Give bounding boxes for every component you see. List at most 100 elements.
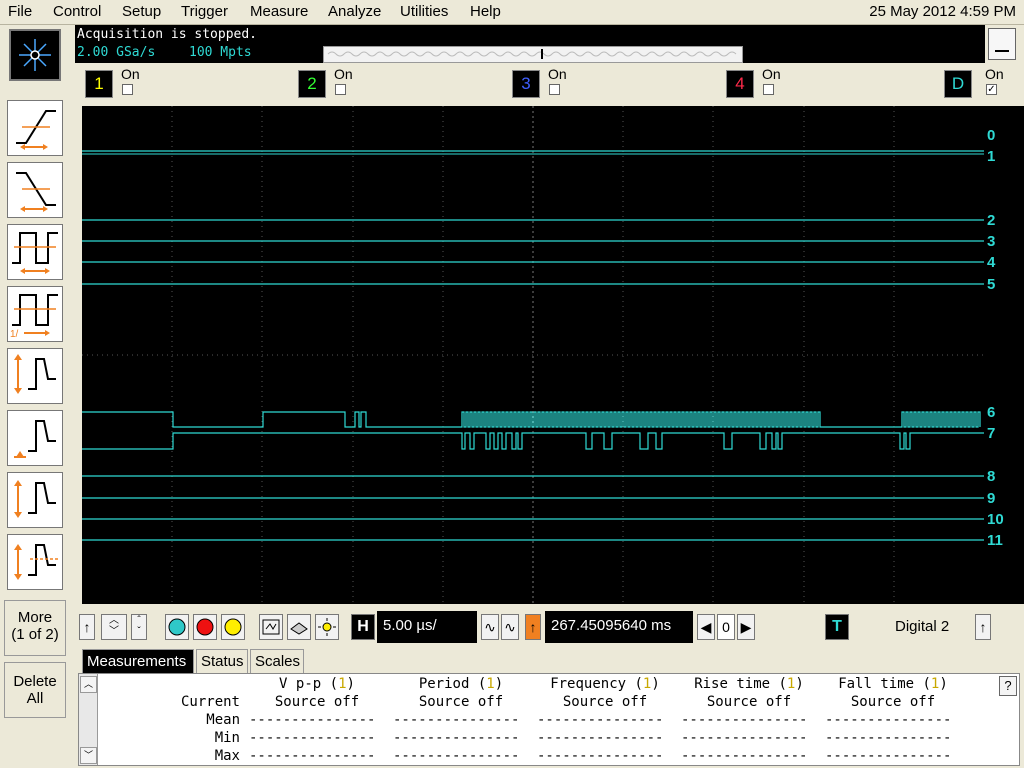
sample-rate: 2.00 GSa/s [77, 45, 156, 60]
delay-value[interactable]: 267.45095640 ms [545, 611, 693, 643]
paren-close: ) [795, 676, 804, 692]
single-icon[interactable] [221, 614, 245, 640]
stop-icon[interactable] [193, 614, 217, 640]
brightness-icon[interactable] [315, 614, 339, 640]
trigger-edge-icon[interactable]: ↑ [975, 614, 991, 640]
scroll-updown-icon[interactable]: ︿ ﹀ [101, 614, 127, 640]
channel-3-checkbox[interactable] [549, 84, 560, 95]
tab-scales[interactable]: Scales [250, 649, 304, 673]
channel-4-checkbox[interactable] [763, 84, 774, 95]
paren-open: ( [922, 676, 931, 692]
col-state: Source off [562, 694, 648, 710]
delay-zero[interactable]: 0 [717, 614, 735, 640]
delay-right-icon[interactable]: ▶ [737, 614, 755, 640]
fine-tune-icon[interactable]: ∿ [481, 614, 499, 640]
menu-bar: File Control Setup Trigger Measure Analy… [0, 0, 1024, 25]
delete-all-label: All [26, 690, 44, 707]
channel-4-button[interactable]: 4 [726, 70, 754, 98]
lane-label-5: 5 [987, 276, 996, 293]
tab-measurements[interactable]: Measurements [82, 649, 194, 673]
lane-label-9: 9 [987, 490, 996, 507]
paren-close: ) [939, 676, 948, 692]
col-name: Fall time [838, 676, 915, 692]
more-button[interactable]: More (1 of 2) [4, 600, 66, 656]
time-per-div[interactable]: 5.00 µs/ [377, 611, 477, 643]
paren-close: ) [651, 676, 660, 692]
cyan-marker-icon[interactable] [165, 614, 189, 640]
help-icon[interactable]: ? [999, 676, 1017, 696]
more-label: More [17, 609, 53, 626]
default-setup-icon[interactable] [287, 614, 311, 640]
tab-status[interactable]: Status [196, 649, 248, 673]
menu-control[interactable]: Control [53, 3, 101, 20]
empty-value: --------------- [249, 730, 376, 746]
clock: 25 May 2012 4:59 PM [869, 3, 1016, 20]
menu-utilities[interactable]: Utilities [400, 3, 448, 20]
col-state: Source off [850, 694, 936, 710]
minimize-button[interactable] [988, 28, 1016, 60]
trigger-position-icon[interactable]: ↑ [525, 614, 541, 640]
waveform-display[interactable] [82, 106, 984, 604]
lane-label-3: 3 [987, 233, 996, 250]
measurements-panel: ︿ ﹀ ? Current Mean Min Max V p-p (1) Source o… [78, 673, 1020, 766]
col-header-period: Period (1) [391, 676, 531, 692]
channel-1-button[interactable]: 1 [85, 70, 113, 98]
channel-digital-checkbox[interactable]: ✓ [986, 84, 997, 95]
empty-value: --------------- [825, 748, 952, 764]
channel-2-checkbox[interactable] [335, 84, 346, 95]
paren-close: ) [346, 676, 355, 692]
rise-time-tool-icon[interactable] [7, 100, 63, 156]
row-label-max: Max [214, 748, 240, 764]
scroll-down-icon[interactable]: ﹀ [80, 747, 97, 764]
empty-value: --------------- [825, 730, 952, 746]
col-state: Source off [274, 694, 360, 710]
lane-label-1: 1 [987, 148, 996, 165]
col-name: Frequency [550, 676, 627, 692]
agilent-logo-icon[interactable] [9, 29, 61, 81]
horizontal-position-bar[interactable] [323, 46, 743, 63]
coarse-tune-icon[interactable]: ∿ [501, 614, 519, 640]
graticule [82, 106, 984, 604]
channel-digital-button[interactable]: D [944, 70, 972, 98]
channel-3-on-label: On [548, 66, 567, 82]
lane-label-2: 2 [987, 212, 996, 229]
scroll-up-icon[interactable]: ︿ [80, 676, 97, 693]
menu-trigger[interactable]: Trigger [181, 3, 228, 20]
acquisition-status-panel: Acquisition is stopped. 2.00 GSa/s 100 M… [75, 25, 985, 63]
channel-1-checkbox[interactable] [122, 84, 133, 95]
col-header-rise-time: Rise time (1) [679, 676, 819, 692]
lane-label-0: 0 [987, 127, 996, 144]
menu-analyze[interactable]: Analyze [328, 3, 381, 20]
delete-all-button[interactable]: Delete All [4, 662, 66, 718]
measurement-toolbar: 1/ More (1 of 2) Delete All [0, 96, 70, 768]
empty-value: --------------- [537, 712, 664, 728]
vbase-tool-icon[interactable] [7, 410, 63, 466]
autoscale-icon[interactable] [259, 614, 283, 640]
fall-time-tool-icon[interactable] [7, 162, 63, 218]
col-source: 1 [338, 676, 347, 692]
horizontal-label[interactable]: H [351, 614, 375, 640]
digital-trace-6 [82, 411, 981, 428]
menu-help[interactable]: Help [470, 3, 501, 20]
channel-2-button[interactable]: 2 [298, 70, 326, 98]
bottom-tabs: Measurements Status Scales [82, 649, 384, 673]
menu-setup[interactable]: Setup [122, 3, 161, 20]
col-name: Rise time [694, 676, 771, 692]
lane-label-8: 8 [987, 468, 996, 485]
trigger-label[interactable]: T [825, 614, 849, 640]
delay-left-icon[interactable]: ◀ [697, 614, 715, 640]
pointer-icon[interactable]: ↑ [79, 614, 95, 640]
menu-measure[interactable]: Measure [250, 3, 308, 20]
vaverage-tool-icon[interactable] [7, 534, 63, 590]
menu-file[interactable]: File [8, 3, 32, 20]
horizontal-controls: ↑ ︿ ﹀ ˆˇ H 5.00 µs/ ∿ ∿ ↑ 267.45095640 ms… [75, 610, 1019, 646]
vamplitude-tool-icon[interactable] [7, 472, 63, 528]
scroll-small-icon[interactable]: ˆˇ [131, 614, 147, 640]
measurements-scrollbar[interactable]: ︿ ﹀ [79, 674, 98, 765]
period-tool-icon[interactable] [7, 224, 63, 280]
channel-3-button[interactable]: 3 [512, 70, 540, 98]
col-source: 1 [486, 676, 495, 692]
frequency-tool-icon[interactable]: 1/ [7, 286, 63, 342]
paren-open: ( [778, 676, 787, 692]
vpp-tool-icon[interactable] [7, 348, 63, 404]
